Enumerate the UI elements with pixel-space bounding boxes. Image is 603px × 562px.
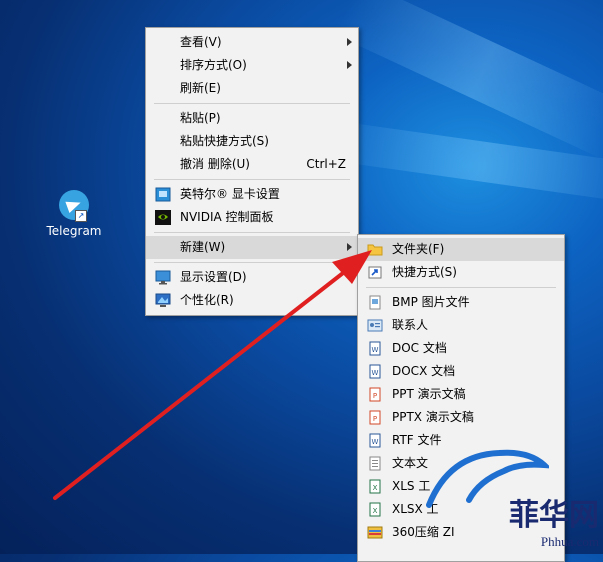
menu-item-label: 排序方式(O) [180, 58, 247, 72]
chevron-right-icon [347, 243, 352, 251]
submenu-item-label: DOC 文档 [392, 341, 447, 355]
menu-separator [154, 232, 350, 233]
menu-separator [154, 179, 350, 180]
svg-text:P: P [373, 415, 377, 423]
xlsx-file-icon: X [369, 502, 381, 517]
menu-item-label: 新建(W) [180, 240, 226, 254]
menu-item-paste[interactable]: 粘贴(P) [146, 107, 358, 130]
svg-text:W: W [372, 369, 379, 377]
watermark-url: Phhua.com [540, 534, 599, 549]
display-settings-icon [155, 270, 171, 285]
submenu-item-ppt[interactable]: P PPT 演示文稿 [358, 383, 564, 406]
menu-item-label: 刷新(E) [180, 81, 221, 95]
menu-item-shortcut: Ctrl+Z [306, 157, 346, 171]
pptx-file-icon: P [369, 410, 381, 425]
menu-item-undo-delete[interactable]: 撤消 删除(U) Ctrl+Z [146, 153, 358, 176]
menu-item-paste-shortcut[interactable]: 粘贴快捷方式(S) [146, 130, 358, 153]
site-watermark: 菲华网 Phhua.com [426, 449, 599, 550]
shortcut-overlay-icon: ↗ [75, 210, 87, 222]
menu-item-label: 查看(V) [180, 35, 222, 49]
menu-item-label: 撤消 删除(U) [180, 157, 250, 171]
shortcut-icon [368, 266, 382, 279]
intel-graphics-icon [155, 187, 171, 202]
docx-file-icon: W [369, 364, 381, 379]
submenu-item-folder[interactable]: 文件夹(F) [358, 238, 564, 261]
menu-separator [154, 262, 350, 263]
menu-item-intel-graphics[interactable]: 英特尔® 显卡设置 [146, 183, 358, 206]
submenu-item-label: 文件夹(F) [392, 242, 445, 256]
submenu-item-docx[interactable]: W DOCX 文档 [358, 360, 564, 383]
xls-file-icon: X [369, 479, 381, 494]
submenu-item-label: DOCX 文档 [392, 364, 456, 378]
svg-text:X: X [373, 507, 378, 515]
personalize-icon [155, 293, 171, 307]
zip-file-icon [367, 526, 383, 539]
dragon-logo-icon [426, 449, 549, 508]
menu-item-label: 显示设置(D) [180, 270, 247, 284]
chevron-right-icon [347, 38, 352, 46]
desktop-icon-label: Telegram [46, 224, 102, 238]
menu-item-personalize[interactable]: 个性化(R) [146, 289, 358, 312]
svg-text:W: W [372, 346, 379, 354]
menu-item-new[interactable]: 新建(W) [146, 236, 358, 259]
desktop-context-menu: 查看(V) 排序方式(O) 刷新(E) 粘贴(P) 粘贴快捷方式(S) 撤消 删… [145, 27, 359, 316]
menu-separator [154, 103, 350, 104]
nvidia-icon [155, 210, 171, 225]
menu-item-label: 粘贴快捷方式(S) [180, 134, 269, 148]
menu-item-refresh[interactable]: 刷新(E) [146, 77, 358, 100]
submenu-item-pptx[interactable]: P PPTX 演示文稿 [358, 406, 564, 429]
submenu-item-bmp[interactable]: BMP 图片文件 [358, 291, 564, 314]
contact-icon [367, 319, 383, 332]
svg-text:X: X [373, 484, 378, 492]
submenu-item-label: PPTX 演示文稿 [392, 410, 474, 424]
folder-icon [367, 244, 383, 256]
svg-text:W: W [372, 438, 379, 446]
menu-item-nvidia-control-panel[interactable]: NVIDIA 控制面板 [146, 206, 358, 229]
bmp-file-icon [369, 295, 381, 310]
submenu-item-doc[interactable]: W DOC 文档 [358, 337, 564, 360]
menu-item-label: 个性化(R) [180, 293, 234, 307]
submenu-item-label: BMP 图片文件 [392, 295, 470, 309]
ppt-file-icon: P [369, 387, 381, 402]
menu-item-sort-by[interactable]: 排序方式(O) [146, 54, 358, 77]
menu-separator [366, 287, 556, 288]
menu-item-label: 粘贴(P) [180, 111, 221, 125]
menu-item-view[interactable]: 查看(V) [146, 31, 358, 54]
submenu-item-contact[interactable]: 联系人 [358, 314, 564, 337]
txt-file-icon [369, 456, 381, 471]
svg-text:P: P [373, 392, 377, 400]
submenu-item-label: PPT 演示文稿 [392, 387, 466, 401]
rtf-file-icon: W [369, 433, 381, 448]
submenu-item-shortcut[interactable]: 快捷方式(S) [358, 261, 564, 284]
submenu-item-label: 快捷方式(S) [392, 265, 457, 279]
menu-item-display-settings[interactable]: 显示设置(D) [146, 266, 358, 289]
telegram-icon: ↗ [59, 190, 89, 222]
doc-file-icon: W [369, 341, 381, 356]
chevron-right-icon [347, 61, 352, 69]
submenu-item-label: 联系人 [392, 318, 429, 332]
menu-item-label: NVIDIA 控制面板 [180, 210, 274, 224]
menu-item-label: 英特尔® 显卡设置 [180, 187, 280, 201]
desktop-icon-telegram[interactable]: ↗ Telegram [44, 190, 104, 238]
submenu-item-label: 360压缩 ZI [392, 525, 455, 539]
